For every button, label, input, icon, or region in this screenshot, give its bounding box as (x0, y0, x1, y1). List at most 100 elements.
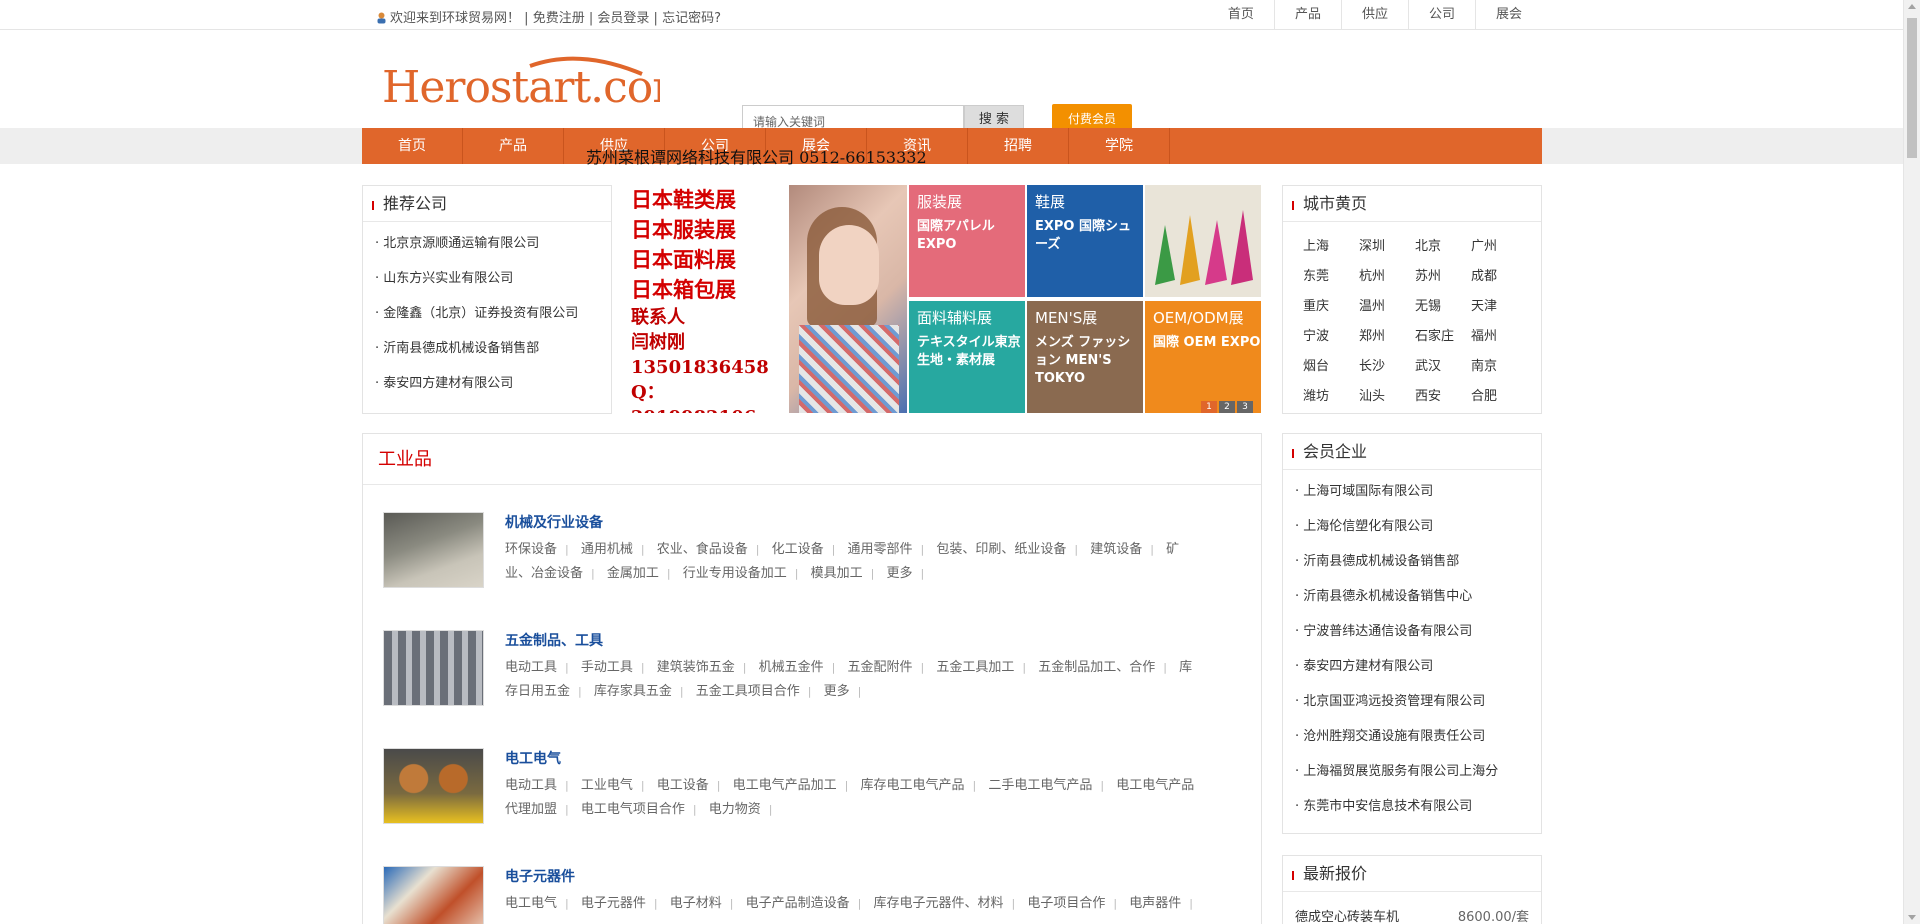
category-more[interactable]: 更多 (887, 566, 925, 581)
nav-products[interactable]: 产品 (463, 128, 564, 164)
category-tag[interactable]: 建筑装饰五金 (657, 660, 747, 675)
city-link[interactable]: 合肥 (1471, 382, 1527, 412)
city-link[interactable]: 广州 (1471, 232, 1527, 262)
city-link[interactable]: 北京 (1415, 232, 1471, 262)
top-nav-company[interactable]: 公司 (1407, 0, 1475, 30)
category-tag[interactable]: 电动工具 (505, 778, 569, 793)
scroll-thumb[interactable] (1907, 18, 1917, 158)
category-tag[interactable]: 库存电工电气产品 (861, 778, 977, 793)
category-tag[interactable]: 五金制品加工、合作 (1038, 660, 1167, 675)
nav-academy[interactable]: 学院 (1069, 128, 1170, 164)
category-tag[interactable]: 电声器件 (1129, 896, 1193, 911)
category-more[interactable]: 更多 (824, 684, 862, 699)
list-item[interactable]: 沧州胜翔交通设施有限责任公司 (1283, 719, 1541, 754)
city-link[interactable]: 东莞 (1303, 262, 1359, 292)
category-tag[interactable]: 工业电气 (581, 778, 645, 793)
city-link[interactable]: 武汉 (1415, 352, 1471, 382)
category-tag[interactable]: 电子项目合作 (1027, 896, 1117, 911)
category-tag[interactable]: 农业、食品设备 (657, 542, 760, 557)
list-item[interactable]: 上海可域国际有限公司 (1283, 474, 1541, 509)
category-tag[interactable]: 环保设备 (505, 542, 569, 557)
login-link[interactable]: 会员登录 (597, 11, 649, 26)
list-item[interactable]: 沂南县德成机械设备销售部 (1283, 544, 1541, 579)
scroll-up-arrow-icon[interactable] (1908, 4, 1916, 9)
category-thumbnail[interactable] (383, 866, 484, 924)
category-tag[interactable]: 电力物资 (709, 802, 773, 817)
city-link[interactable]: 深圳 (1359, 232, 1415, 262)
top-nav-home[interactable]: 首页 (1208, 0, 1274, 30)
city-link[interactable]: 南京 (1471, 352, 1527, 382)
register-link[interactable]: 免费注册 (533, 11, 585, 26)
category-tag[interactable]: 建筑设备 (1090, 542, 1154, 557)
list-item[interactable]: 金隆鑫（北京）证券投资有限公司 (363, 296, 611, 331)
category-tag[interactable]: 电子产品制造设备 (746, 896, 862, 911)
category-thumbnail[interactable] (383, 748, 484, 824)
category-title[interactable]: 电工电气 (505, 748, 561, 768)
category-tag[interactable]: 五金工具加工 (936, 660, 1026, 675)
category-tag[interactable]: 电子元器件 (581, 896, 658, 911)
city-link[interactable]: 无锡 (1415, 292, 1471, 322)
list-item[interactable]: 泰安四方建材有限公司 (363, 366, 611, 401)
category-tag[interactable]: 电子材料 (670, 896, 734, 911)
city-link[interactable]: 上海 (1303, 232, 1359, 262)
top-nav-expo[interactable]: 展会 (1474, 0, 1542, 30)
city-link[interactable]: 重庆 (1303, 292, 1359, 322)
list-item[interactable]: 山东方兴实业有限公司 (363, 261, 611, 296)
city-link[interactable]: 天津 (1471, 292, 1527, 322)
category-tag[interactable]: 五金工具项目合作 (696, 684, 812, 699)
price-row[interactable]: 德成空心砖装车机 8600.00/套 (1295, 906, 1529, 924)
category-title[interactable]: 五金制品、工具 (505, 630, 603, 650)
category-tag[interactable]: 化工设备 (772, 542, 836, 557)
banner-dot[interactable]: 3 (1237, 401, 1253, 413)
list-item[interactable]: 上海福贸展览服务有限公司上海分 (1283, 754, 1541, 789)
city-link[interactable]: 郑州 (1359, 322, 1415, 352)
banner-dot[interactable]: 1 (1201, 401, 1217, 413)
category-tag[interactable]: 电动工具 (505, 660, 569, 675)
expo-banner[interactable]: 日本鞋类展 日本服装展 日本面料展 日本箱包展 联系人 闫树刚 13501836… (629, 185, 1261, 413)
city-link[interactable]: 宁波 (1303, 322, 1359, 352)
category-tag[interactable]: 电工电气项目合作 (581, 802, 697, 817)
city-link[interactable]: 温州 (1359, 292, 1415, 322)
category-tag[interactable]: 电工电气产品加工 (733, 778, 849, 793)
category-tag[interactable]: 金属加工 (607, 566, 671, 581)
category-tag[interactable]: 库存电子元器件、材料 (874, 896, 1016, 911)
category-thumbnail[interactable] (383, 630, 484, 706)
list-item[interactable]: 上海伦信塑化有限公司 (1283, 509, 1541, 544)
top-nav-products[interactable]: 产品 (1273, 0, 1341, 30)
category-tag[interactable]: 库存家具五金 (594, 684, 684, 699)
category-tag[interactable]: 机械五金件 (759, 660, 836, 675)
city-link[interactable]: 苏州 (1415, 262, 1471, 292)
list-item[interactable]: 沂南县德成机械设备销售部 (363, 331, 611, 366)
category-tag[interactable]: 通用机械 (581, 542, 645, 557)
category-tag[interactable]: 五金配附件 (848, 660, 925, 675)
list-item[interactable]: 宁波普纬达通信设备有限公司 (1283, 614, 1541, 649)
category-tag[interactable]: 通用零部件 (848, 542, 925, 557)
site-logo[interactable]: Herostart.com (380, 52, 694, 113)
category-tag[interactable]: 电工电气 (505, 896, 569, 911)
list-item[interactable]: 北京京源顺通运输有限公司 (363, 226, 611, 261)
page-scrollbar[interactable] (1903, 0, 1920, 924)
nav-jobs[interactable]: 招聘 (968, 128, 1069, 164)
category-tag[interactable]: 包装、印刷、纸业设备 (936, 542, 1078, 557)
category-tag[interactable]: 手动工具 (581, 660, 645, 675)
category-tag[interactable]: 模具加工 (811, 566, 875, 581)
city-link[interactable]: 福州 (1471, 322, 1527, 352)
city-link[interactable]: 烟台 (1303, 352, 1359, 382)
city-link[interactable]: 长沙 (1359, 352, 1415, 382)
top-nav-supply[interactable]: 供应 (1340, 0, 1408, 30)
list-item[interactable]: 泰安四方建材有限公司 (1283, 649, 1541, 684)
city-link[interactable]: 潍坊 (1303, 382, 1359, 412)
city-link[interactable]: 石家庄 (1415, 322, 1471, 352)
forgot-password-link[interactable]: 忘记密码? (662, 11, 721, 26)
city-link[interactable]: 成都 (1471, 262, 1527, 292)
city-link[interactable]: 汕头 (1359, 382, 1415, 412)
category-title[interactable]: 电子元器件 (505, 866, 575, 886)
category-title[interactable]: 机械及行业设备 (505, 512, 603, 532)
category-tag[interactable]: 二手电工电气产品 (988, 778, 1104, 793)
category-tag[interactable]: 电工设备 (657, 778, 721, 793)
scroll-down-arrow-icon[interactable] (1908, 915, 1916, 920)
list-item[interactable]: 东莞市中安信息技术有限公司 (1283, 789, 1541, 824)
city-link[interactable]: 杭州 (1359, 262, 1415, 292)
city-link[interactable]: 西安 (1415, 382, 1471, 412)
category-tag[interactable]: 行业专用设备加工 (683, 566, 799, 581)
